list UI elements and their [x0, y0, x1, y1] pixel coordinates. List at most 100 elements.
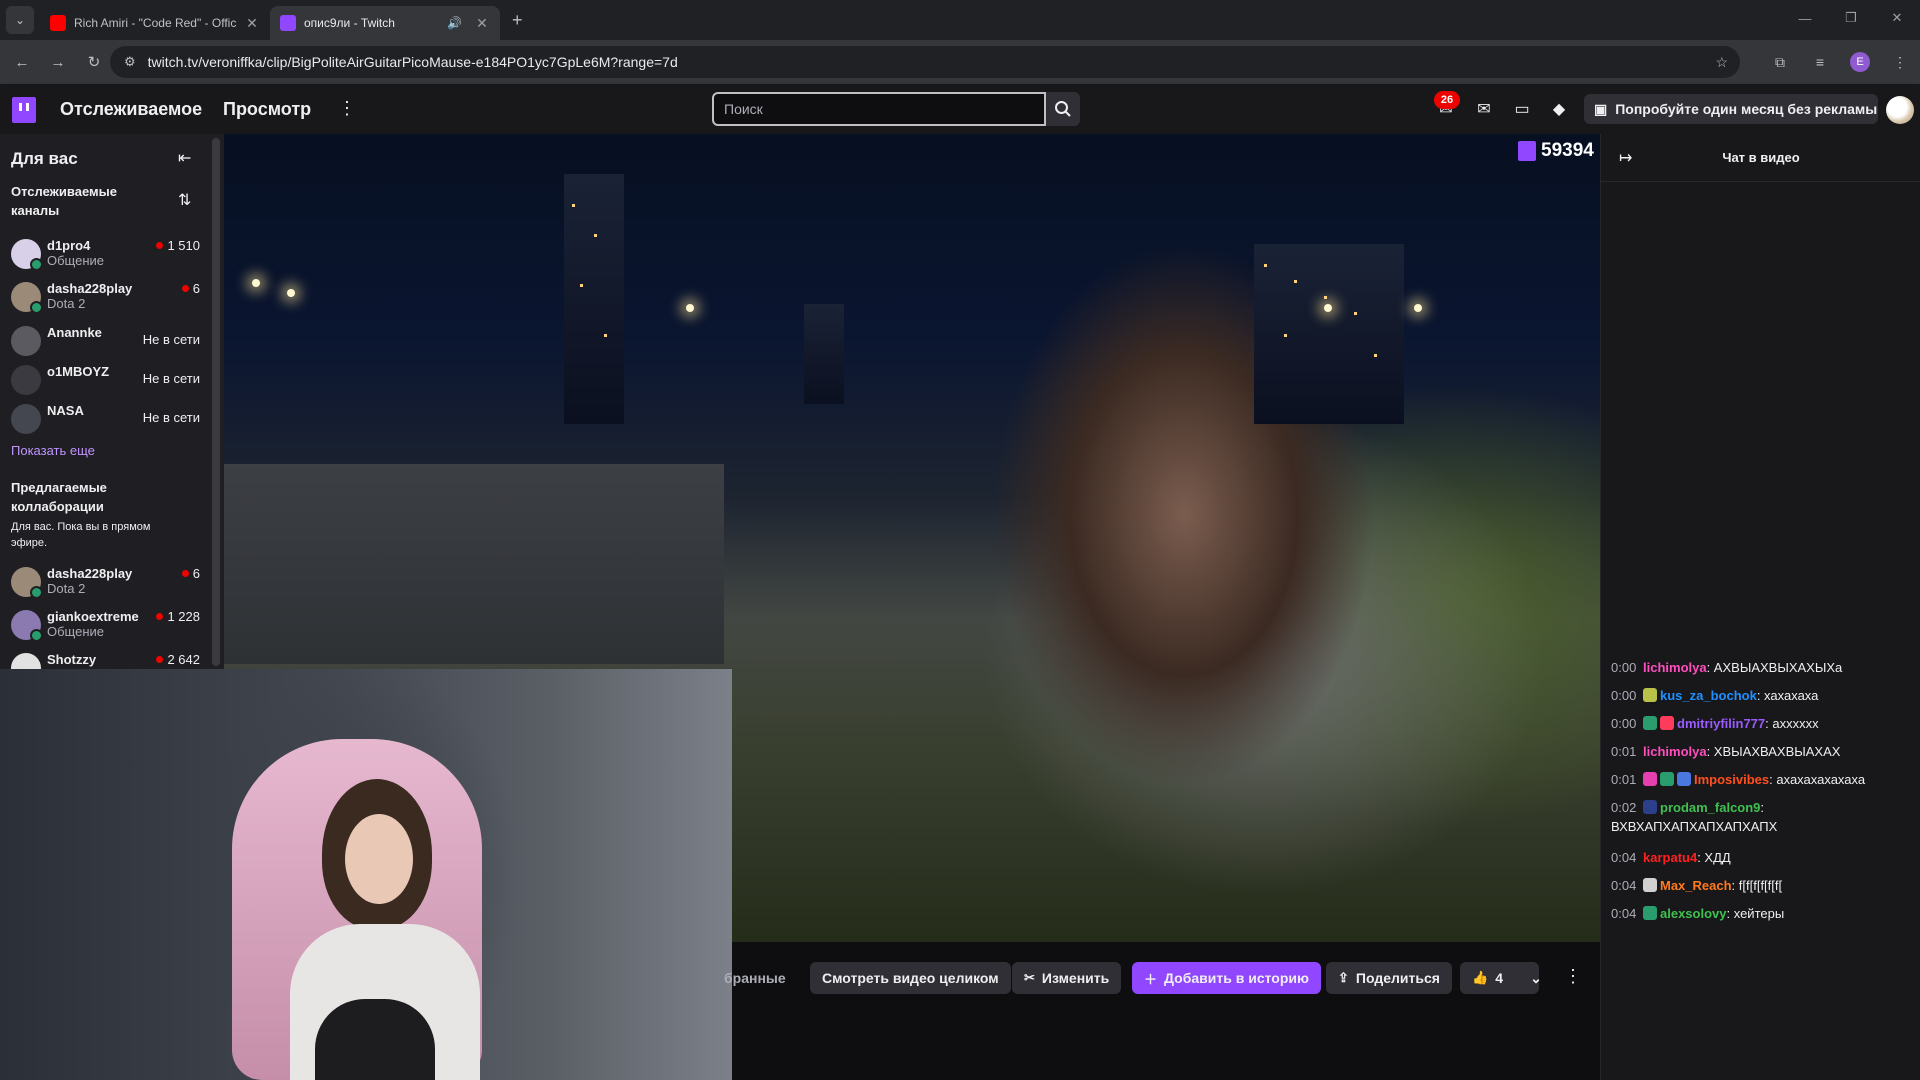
sidebar-channel[interactable]: dasha228play Dota 2 6 — [0, 561, 212, 601]
browse-link[interactable]: Просмотр — [223, 99, 311, 120]
chat-username[interactable]: Imposivibes — [1694, 772, 1769, 787]
user-avatar[interactable] — [1886, 96, 1914, 124]
viewer-count: 6 — [181, 281, 200, 296]
scissors-icon: ✂ — [1024, 970, 1035, 985]
sidebar-channel[interactable]: Anannke Не в сети — [0, 320, 212, 360]
chat-message: 0:04 karpatu4: ХДД — [1611, 848, 1911, 867]
sidebar-channel[interactable]: d1pro4 Общение 1 510 — [0, 233, 212, 273]
webcam-person-legs — [315, 999, 435, 1080]
sidebar-channel[interactable]: o1MBOYZ Не в сети — [0, 359, 212, 399]
sidebar-channel[interactable]: giankoextreme Общение 1 228 — [0, 604, 212, 644]
chat-message: 0:00 kus_za_bochok: хахахаха — [1611, 686, 1911, 705]
site-info-icon[interactable]: ⚙ — [124, 54, 136, 70]
add-to-story-button[interactable]: ＋ Добавить в историю — [1132, 962, 1321, 994]
close-window-icon[interactable]: ✕ — [1874, 0, 1920, 36]
chat-username[interactable]: Max_Reach — [1660, 878, 1732, 893]
chat-badge-icon[interactable] — [1643, 688, 1657, 702]
sort-icon[interactable]: ⇅ — [178, 190, 191, 210]
offline-status: Не в сети — [142, 332, 200, 347]
ad-free-promo-button[interactable]: ▣ Попробуйте один месяц без рекламы — [1584, 94, 1878, 124]
chat-username[interactable]: prodam_falcon9 — [1660, 800, 1760, 815]
chat-text: : хахахаха — [1756, 688, 1819, 703]
edit-clip-button[interactable]: ✂ Изменить — [1012, 962, 1122, 994]
chat-badge-icon[interactable] — [1660, 716, 1674, 730]
plus-icon: ＋ — [1144, 971, 1158, 987]
clip-actions-bar: бранные Смотреть видео целиком ✂ Изменить… — [724, 942, 1600, 1080]
collapse-sidebar-icon[interactable]: ⇤ — [178, 148, 191, 168]
media-controls-icon[interactable]: ≡ — [1800, 54, 1840, 70]
chat-text: : ХВЫАХВАХВЫАХАХ — [1706, 744, 1841, 759]
extensions-icon[interactable]: ⧉ — [1760, 54, 1800, 71]
chat-badge-icon[interactable] — [1677, 772, 1691, 786]
browser-tabbar: ⌄ Rich Amiri - "Code Red" - Offic ✕ опис… — [0, 0, 1920, 40]
video-scene-road — [224, 464, 724, 664]
like-dropdown-chevron-icon[interactable]: ⌄ — [1522, 962, 1550, 994]
sidebar-title: Для вас — [11, 149, 78, 168]
chat-badge-icon[interactable] — [1643, 906, 1657, 920]
chat-username[interactable]: karpatu4 — [1643, 850, 1697, 865]
chat-badge-icon[interactable] — [1643, 878, 1657, 892]
chat-timestamp: 0:02 — [1611, 800, 1637, 815]
chat-username[interactable]: lichimolya — [1643, 660, 1707, 675]
back-arrow-icon[interactable]: ← — [8, 54, 36, 71]
more-menu-icon[interactable]: ⋮ — [338, 98, 356, 119]
activity-feed-icon[interactable]: ▭ — [1510, 97, 1534, 121]
channel-avatar — [11, 365, 41, 395]
chat-username[interactable]: kus_za_bochok — [1660, 688, 1757, 703]
browser-toolbar: ← → ↻ ⚙ twitch.tv/veroniffka/clip/BigPol… — [0, 40, 1920, 84]
chat-username[interactable]: dmitriyfilin777 — [1677, 716, 1765, 731]
chat-badge-icon[interactable] — [1643, 716, 1657, 730]
browser-tab-youtube[interactable]: Rich Amiri - "Code Red" - Offic ✕ — [40, 6, 270, 40]
share-button[interactable]: ⇪ Поделиться — [1326, 962, 1452, 994]
channel-name: Anannke — [47, 325, 102, 340]
tab-title: опис9ли - Twitch — [304, 16, 395, 30]
chat-text: : АХВЫАХВЫХАХЫХа — [1706, 660, 1843, 675]
search-button[interactable] — [1046, 92, 1080, 126]
audio-playing-icon[interactable]: 🔊 — [447, 16, 462, 30]
chat-badge-icon[interactable] — [1660, 772, 1674, 786]
sidebar-channel[interactable]: dasha228play Dota 2 6 — [0, 276, 212, 316]
channel-avatar — [11, 404, 41, 434]
chat-username[interactable]: alexsolovy — [1660, 906, 1727, 921]
forward-arrow-icon[interactable]: → — [44, 54, 72, 71]
minimize-icon[interactable]: — — [1782, 0, 1828, 36]
address-bar[interactable]: ⚙ twitch.tv/veroniffka/clip/BigPoliteAir… — [110, 46, 1740, 78]
tab-title: Rich Amiri - "Code Red" - Offic — [74, 16, 237, 30]
twitch-topnav: Отслеживаемое Просмотр ⋮ Поиск ✉ 26 ✉ ▭ … — [0, 84, 1920, 134]
prime-crown-icon[interactable]: ◆ — [1547, 97, 1571, 121]
chat-title: Чат в видео — [1722, 150, 1800, 165]
channel-avatar — [11, 239, 43, 271]
browser-actions: ⧉ ≡ E ⋮ — [1760, 40, 1920, 84]
restore-icon[interactable]: ❐ — [1828, 0, 1874, 36]
browser-tab-twitch[interactable]: опис9ли - Twitch 🔊 ✕ — [270, 6, 500, 40]
close-tab-icon[interactable]: ✕ — [244, 15, 260, 32]
whispers-icon[interactable]: ✉ — [1472, 97, 1496, 121]
viewer-count: 1 228 — [156, 609, 200, 624]
sidebar-channel[interactable]: Shotzzy 2 642 — [0, 647, 212, 670]
chat-message: 0:02 prodam_falcon9: ВХВХАПХАПХАПХАПХАПХ — [1611, 798, 1911, 836]
more-options-icon[interactable]: ⋮ — [1564, 966, 1582, 987]
collections-button[interactable]: бранные — [724, 962, 798, 994]
sidebar-channel[interactable]: NASA Не в сети — [0, 398, 212, 438]
profile-avatar[interactable]: E — [1850, 52, 1870, 72]
watch-full-video-button[interactable]: Смотреть видео целиком — [810, 962, 1011, 994]
viewer-count: 6 — [181, 566, 200, 581]
browser-menu-icon[interactable]: ⋮ — [1880, 54, 1920, 71]
show-more-link[interactable]: Показать еще — [11, 443, 95, 458]
channel-name: giankoextreme — [47, 609, 139, 624]
sidebar-scrollbar[interactable] — [212, 138, 220, 666]
chat-timestamp: 0:00 — [1611, 660, 1637, 675]
close-tab-icon[interactable]: ✕ — [474, 15, 490, 32]
bookmark-star-icon[interactable]: ☆ — [1715, 54, 1728, 71]
twitch-logo-icon[interactable] — [12, 97, 36, 123]
viewer-count: 2 642 — [156, 652, 200, 667]
chat-badge-icon[interactable] — [1643, 800, 1657, 814]
chat-badge-icon[interactable] — [1643, 772, 1657, 786]
following-link[interactable]: Отслеживаемое — [60, 99, 202, 120]
tab-search-button[interactable]: ⌄ — [6, 6, 34, 34]
search-input[interactable]: Поиск — [712, 92, 1046, 126]
reload-icon[interactable]: ↻ — [80, 53, 108, 71]
chat-username[interactable]: lichimolya — [1643, 744, 1707, 759]
new-tab-button[interactable]: + — [512, 10, 523, 31]
channel-category: Dota 2 — [47, 581, 86, 596]
